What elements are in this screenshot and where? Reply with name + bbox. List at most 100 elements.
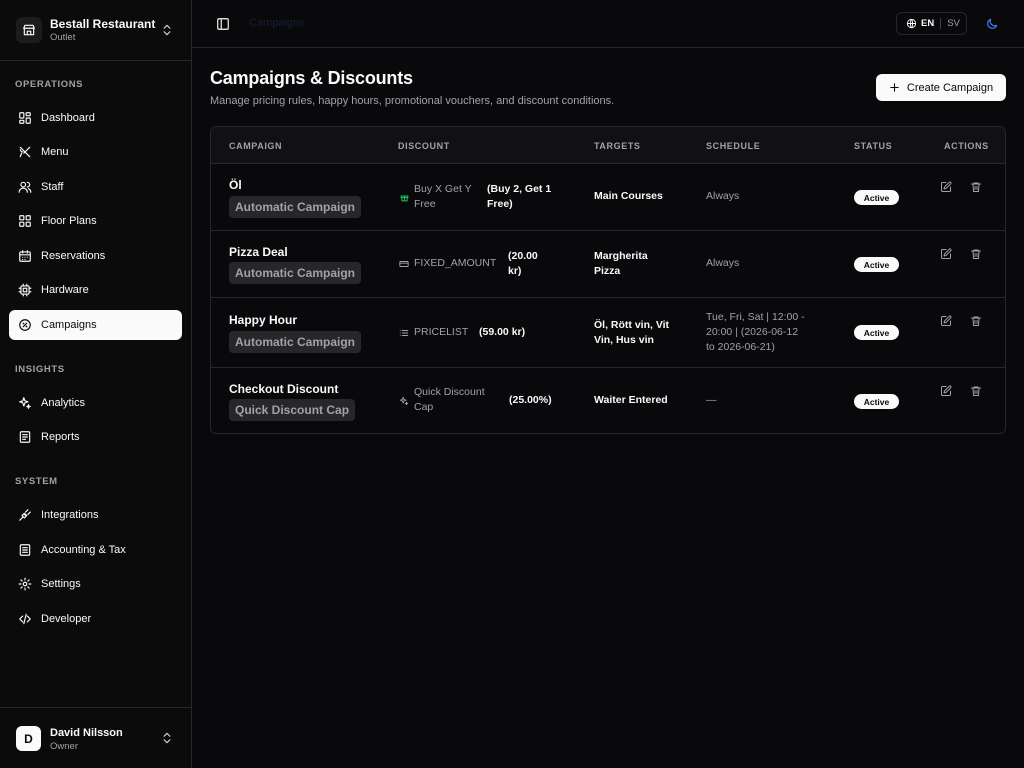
campaign-type-tag: Automatic Campaign [229, 331, 362, 353]
sidebar-item-integrations[interactable]: Integrations [9, 500, 182, 530]
cpu-icon [18, 283, 32, 297]
layout-grid-icon [18, 214, 32, 228]
column-header-actions: ACTIONS [944, 141, 989, 151]
discount-type: Quick Discount Cap [414, 385, 485, 415]
receipt-icon [18, 543, 32, 557]
utensils-icon [18, 145, 32, 159]
discount-type-line: PRICELIST [414, 326, 469, 338]
discount-value-line: (Buy 2, Get 1 [487, 183, 552, 195]
table-row[interactable]: Happy Hour Automatic Campaign PRICELIST … [211, 298, 1005, 368]
sidebar-item-settings[interactable]: Settings [9, 569, 182, 599]
language-option-sv[interactable]: SV [947, 18, 960, 29]
section-title-operations: OPERATIONS [15, 79, 84, 90]
sidebar-toggle-icon[interactable] [214, 15, 232, 33]
sidebar-item-label: Integrations [41, 509, 99, 521]
status-badge: Active [854, 190, 899, 205]
schedule-line: Always [706, 257, 740, 269]
create-campaign-label: Create Campaign [906, 81, 994, 94]
sidebar-item-label: Developer [41, 613, 92, 625]
list-icon [399, 328, 409, 338]
campaign-targets: Öl, Rött vin, Vit Vin, Hus vin [594, 318, 669, 348]
breadcrumb[interactable]: Campaigns [249, 17, 305, 29]
sidebar-item-label: Accounting & Tax [41, 544, 126, 556]
schedule-line: — [706, 394, 717, 406]
status-badge: Active [854, 257, 899, 272]
page-subtitle: Manage pricing rules, happy hours, promo… [210, 95, 615, 107]
dashboard-icon [18, 111, 32, 125]
schedule-line: Always [706, 190, 740, 202]
sidebar-item-label: Analytics [41, 397, 86, 409]
table-header: CAMPAIGN DISCOUNT TARGETS SCHEDULE STATU… [211, 127, 1005, 164]
status-badge: Active [854, 394, 899, 409]
sidebar-item-staff[interactable]: Staff [9, 172, 182, 202]
edit-icon[interactable] [939, 180, 953, 194]
discount-value: (20.00 kr) [508, 249, 538, 279]
globe-icon [906, 18, 917, 29]
trash-icon[interactable] [969, 247, 983, 261]
discount-value: (25.00%) [509, 393, 552, 408]
discount-type: PRICELIST [414, 325, 468, 340]
code-icon [18, 612, 32, 626]
sidebar-item-accounting[interactable]: Accounting & Tax [9, 535, 182, 565]
sidebar-item-developer[interactable]: Developer [9, 604, 182, 634]
sidebar-item-menu[interactable]: Menu [9, 137, 182, 167]
trash-icon[interactable] [969, 180, 983, 194]
discount-type-line: Free [414, 198, 436, 210]
table-row[interactable]: Checkout Discount Quick Discount Cap Qui… [211, 368, 1005, 433]
users-icon [18, 180, 32, 194]
campaign-schedule: Always [706, 256, 739, 271]
calendar-icon [18, 249, 32, 263]
sidebar-item-label: Menu [41, 146, 69, 158]
targets-line: Vin, Hus vin [594, 334, 654, 346]
schedule-line: Tue, Fri, Sat | 12:00 - [706, 311, 805, 323]
sidebar-item-campaigns[interactable]: Campaigns [9, 310, 182, 340]
plug-icon [18, 508, 32, 522]
campaign-schedule: Tue, Fri, Sat | 12:00 - 20:00 | (2026-06… [706, 310, 805, 355]
schedule-line: 20:00 | (2026-06-12 [706, 326, 799, 338]
targets-line: Pizza [594, 265, 621, 277]
edit-icon[interactable] [939, 247, 953, 261]
campaign-type-tag: Automatic Campaign [229, 196, 362, 218]
language-option-en[interactable]: EN [921, 18, 934, 29]
create-campaign-button[interactable]: Create Campaign [876, 74, 1006, 101]
section-title-system: SYSTEM [15, 476, 58, 487]
moon-icon[interactable] [985, 17, 999, 31]
topbar: Campaigns EN SV [192, 0, 1024, 48]
sidebar-item-dashboard[interactable]: Dashboard [9, 103, 182, 133]
edit-icon[interactable] [939, 314, 953, 328]
discount-type-line: Buy X Get Y [414, 183, 472, 195]
discount-type-line: Quick Discount [414, 386, 485, 398]
sidebar-item-label: Campaigns [41, 319, 97, 331]
sidebar-item-label: Reservations [41, 250, 106, 262]
user-menu[interactable]: D David Nilsson Owner [0, 707, 191, 768]
sidebar-item-reservations[interactable]: Reservations [9, 241, 182, 271]
user-role: Owner [50, 741, 78, 752]
outlet-switcher[interactable]: Bestall Restaurant Outlet [0, 0, 191, 61]
sidebar-item-label: Settings [41, 578, 81, 590]
sidebar-item-floor-plans[interactable]: Floor Plans [9, 206, 182, 236]
table-row[interactable]: Öl Automatic Campaign Buy X Get Y Free (… [211, 164, 1005, 231]
avatar: D [16, 726, 41, 751]
discount-value-line: kr) [508, 265, 522, 277]
gift-icon [399, 192, 409, 202]
sidebar-item-reports[interactable]: Reports [9, 422, 182, 452]
campaign-name: Pizza Deal [229, 245, 288, 259]
language-switcher[interactable]: EN SV [896, 12, 967, 35]
targets-line: Waiter Entered [594, 394, 668, 406]
discount-type-line: FIXED_AMOUNT [414, 257, 497, 269]
table-row[interactable]: Pizza Deal Automatic Campaign FIXED_AMOU… [211, 231, 1005, 298]
sparkles-icon [399, 396, 409, 406]
discount-value-line: Free) [487, 198, 513, 210]
column-header-discount: DISCOUNT [398, 141, 450, 151]
discount-value: (Buy 2, Get 1 Free) [487, 182, 551, 212]
trash-icon[interactable] [969, 314, 983, 328]
edit-icon[interactable] [939, 384, 953, 398]
user-name: David Nilsson [50, 727, 123, 739]
discount-value-line: (59.00 kr) [479, 326, 526, 338]
campaign-schedule: — [706, 393, 717, 408]
trash-icon[interactable] [969, 384, 983, 398]
status-badge: Active [854, 325, 899, 340]
sidebar-item-hardware[interactable]: Hardware [9, 275, 182, 305]
chevrons-up-down-icon [160, 23, 174, 37]
sidebar-item-analytics[interactable]: Analytics [9, 388, 182, 418]
